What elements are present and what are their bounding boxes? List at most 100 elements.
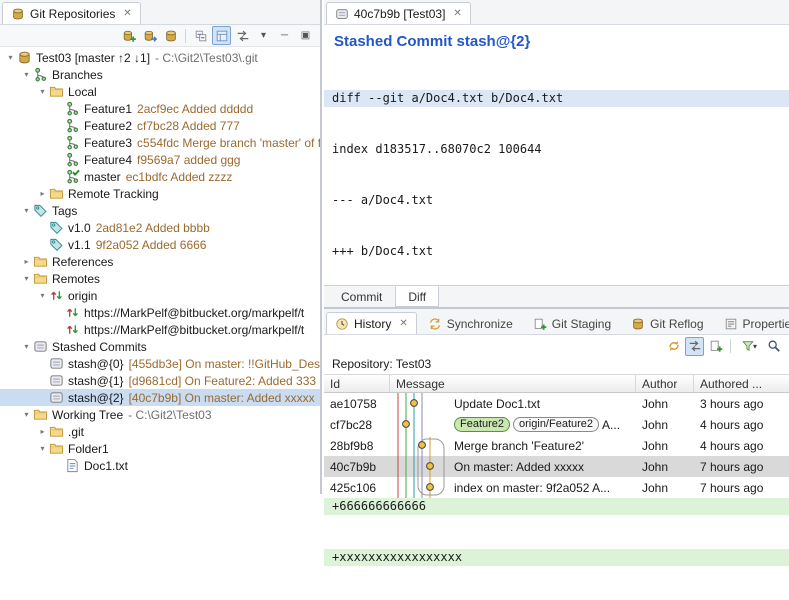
tab-git-reflog[interactable]: Git Reflog (622, 312, 712, 334)
refresh-button[interactable] (664, 337, 683, 356)
clone-repository-icon (143, 29, 157, 43)
tab-stash-editor[interactable]: 40c7b9b [Test03] ✕ (326, 2, 471, 24)
expander-icon[interactable]: ▸ (36, 427, 49, 436)
git-repositories-view: Git Repositories ✕ ▾ ─ ▣ ▾ Test03 [maste… (0, 0, 322, 494)
add-repository-button[interactable] (119, 26, 138, 45)
close-icon[interactable]: ✕ (123, 8, 131, 19)
compare-mode-icon (709, 339, 723, 353)
folder-icon (33, 254, 48, 269)
tree-item-feature2[interactable]: Feature2 cf7bc28 Added 777 (0, 117, 320, 134)
history-row-selected[interactable]: 40c7b9b On master: Added xxxxx John 7 ho… (324, 456, 789, 477)
stash-icon (49, 373, 64, 388)
maximize-button[interactable]: ▣ (296, 26, 315, 45)
tree-item-master[interactable]: master ec1bdfc Added zzzz (0, 168, 320, 185)
expander-icon[interactable]: ▾ (20, 70, 33, 79)
link-with-editor-button[interactable] (685, 336, 704, 356)
column-header-message[interactable]: Message (390, 375, 636, 392)
history-toolbar: ▾ (324, 335, 789, 357)
filter-button[interactable]: ▾ (736, 337, 762, 356)
view-menu-button[interactable]: ▾ (254, 26, 273, 45)
column-header-id[interactable]: Id (324, 375, 390, 392)
minimize-button[interactable]: ─ (275, 26, 294, 45)
tree-item-local[interactable]: ▾ Local (0, 83, 320, 100)
history-row[interactable]: 425c106 index on master: 9f2a052 A... Jo… (324, 477, 789, 498)
history-row[interactable]: 28bf9b8 Merge branch 'Feature2' John 4 h… (324, 435, 789, 456)
tree-item-tag-v10[interactable]: v1.0 2ad81e2 Added bbbb (0, 219, 320, 236)
tree-item-references[interactable]: ▸ References (0, 253, 320, 270)
folder-icon (33, 271, 48, 286)
tree-item-feature3[interactable]: Feature3 c554fdc Merge branch 'master' o… (0, 134, 320, 151)
column-header-authored[interactable]: Authored ... (694, 375, 789, 392)
tree-item-tag-v11[interactable]: v1.1 9f2a052 Added 6666 (0, 236, 320, 253)
tree-item-push-url[interactable]: https://MarkPelf@bitbucket.org/markpelf/… (0, 321, 320, 338)
tree-item-stash-2[interactable]: stash@{2} [40c7b9b] On master: Added xxx… (0, 389, 320, 406)
toggle-layout-button[interactable] (212, 26, 231, 45)
expander-icon[interactable]: ▸ (36, 189, 49, 198)
tab-synchronize[interactable]: Synchronize (419, 312, 522, 334)
expander-icon[interactable]: ▾ (20, 342, 33, 351)
clone-repository-button[interactable] (140, 26, 159, 45)
hierarchical-layout-icon (215, 29, 229, 43)
column-header-author[interactable]: Author (636, 375, 694, 392)
branch-icon (65, 135, 80, 150)
tree-item-feature1[interactable]: Feature1 2acf9ec Added ddddd (0, 100, 320, 117)
history-view: History ✕ Synchronize Git Staging Git Re… (324, 307, 789, 498)
tree-item-branches[interactable]: ▾ Branches (0, 66, 320, 83)
git-repositories-toolbar: ▾ ─ ▣ (0, 25, 320, 47)
tree-item-repo-test03[interactable]: ▾ Test03 [master ↑2 ↓1] - C:\Git2\Test03… (0, 49, 320, 66)
tree-item-doc1[interactable]: Doc1.txt (0, 457, 320, 474)
expander-icon[interactable]: ▾ (36, 444, 49, 453)
tab-diff-page[interactable]: Diff (395, 286, 440, 307)
collapse-all-button[interactable] (191, 26, 210, 45)
expander-icon[interactable]: ▾ (20, 410, 33, 419)
tree-item-remotes[interactable]: ▾ Remotes (0, 270, 320, 287)
tree-item-stash-0[interactable]: stash@{0} [455db3e] On master: !!GitHub_… (0, 355, 320, 372)
stash-commit-title: Stashed Commit stash@{2} (334, 33, 531, 50)
tab-history[interactable]: History ✕ (326, 312, 417, 334)
branch-icon (65, 118, 80, 133)
toolbar-separator (185, 28, 186, 43)
git-repository-icon (17, 50, 32, 65)
expander-icon[interactable]: ▸ (20, 257, 33, 266)
working-tree-icon (33, 407, 48, 422)
expander-icon[interactable]: ▾ (36, 87, 49, 96)
close-icon[interactable]: ✕ (453, 8, 461, 19)
expander-icon[interactable]: ▾ (20, 206, 33, 215)
tree-item-stash-1[interactable]: stash@{1} [d9681cd] On Feature2: Added 3… (0, 372, 320, 389)
git-repositories-tabbar: Git Repositories ✕ (0, 0, 320, 25)
search-button[interactable] (764, 337, 783, 356)
tree-item-tags[interactable]: ▾ Tags (0, 202, 320, 219)
tab-commit-page[interactable]: Commit (328, 286, 395, 307)
link-with-editor-button[interactable] (233, 26, 252, 45)
create-repository-button[interactable] (161, 26, 180, 45)
tree-item-stashed-commits[interactable]: ▾ Stashed Commits (0, 338, 320, 355)
diff-added-line: +xxxxxxxxxxxxxxxxx (324, 549, 789, 566)
tab-git-staging[interactable]: Git Staging (524, 312, 620, 334)
history-row[interactable]: ae10758 Update Doc1.txt John 3 hours ago (324, 393, 789, 414)
tag-icon (49, 220, 64, 235)
close-icon[interactable]: ✕ (399, 318, 407, 329)
add-repository-icon (122, 29, 136, 43)
tree-item-working-tree[interactable]: ▾ Working Tree - C:\Git2\Test03 (0, 406, 320, 423)
tab-properties[interactable]: Properties (715, 312, 789, 334)
tree-item-fetch-url[interactable]: https://MarkPelf@bitbucket.org/markpelf/… (0, 304, 320, 321)
compare-mode-button[interactable] (706, 337, 725, 356)
repository-label: Repository: Test03 (332, 357, 432, 371)
folder-icon (49, 424, 64, 439)
push-url-icon (65, 322, 80, 337)
tree-item-feature4[interactable]: Feature4 f9569a7 added ggg (0, 151, 320, 168)
tree-item-folder1[interactable]: ▾ Folder1 (0, 440, 320, 457)
tree-item-git-folder[interactable]: ▸ .git (0, 423, 320, 440)
tree-item-origin[interactable]: ▾ origin (0, 287, 320, 304)
create-repository-icon (164, 29, 178, 43)
tree-item-remote-tracking[interactable]: ▸ Remote Tracking (0, 185, 320, 202)
tab-git-repositories[interactable]: Git Repositories ✕ (2, 2, 141, 24)
expander-icon[interactable]: ▾ (36, 291, 49, 300)
history-row[interactable]: cf7bc28 Feature2 origin/Feature2 A... Jo… (324, 414, 789, 435)
diff-added-line: +666666666666 (324, 498, 789, 515)
folder-icon (49, 186, 64, 201)
expander-icon[interactable]: ▾ (4, 53, 17, 62)
expander-icon[interactable]: ▾ (20, 274, 33, 283)
stash-commit-editor: 40c7b9b [Test03] ✕ Stashed Commit stash@… (324, 0, 789, 566)
branch-icon (65, 152, 80, 167)
